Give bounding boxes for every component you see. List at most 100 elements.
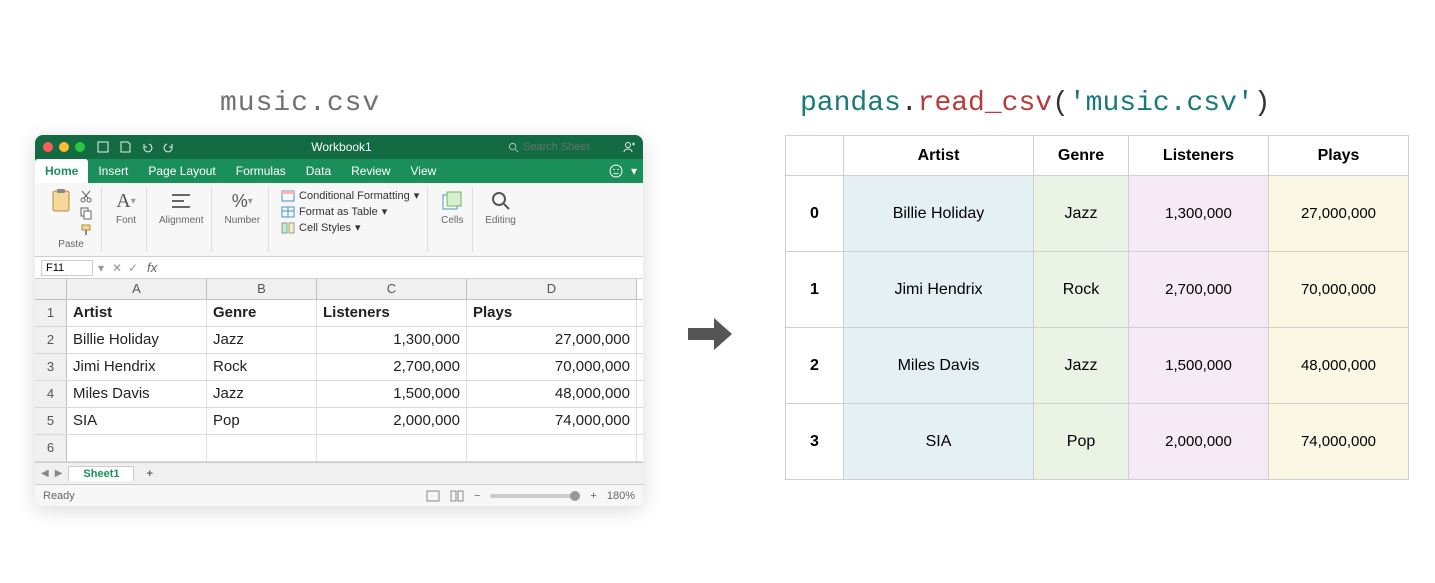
- cell[interactable]: SIA: [67, 408, 207, 434]
- code-paren-close: ): [1254, 88, 1271, 119]
- row-header[interactable]: 3: [35, 354, 67, 380]
- conditional-formatting-button[interactable]: Conditional Formatting ▾: [281, 189, 419, 202]
- cell[interactable]: Jazz: [207, 327, 317, 353]
- cut-icon[interactable]: [79, 189, 93, 203]
- close-icon[interactable]: [43, 142, 53, 152]
- search-input[interactable]: [523, 141, 613, 153]
- df-index-header: [786, 136, 844, 176]
- cell[interactable]: Miles Davis: [67, 381, 207, 407]
- tab-view[interactable]: View: [400, 159, 446, 183]
- titlebar-search[interactable]: [508, 141, 613, 153]
- tab-formulas[interactable]: Formulas: [226, 159, 296, 183]
- cell[interactable]: [317, 435, 467, 461]
- cell[interactable]: 48,000,000: [467, 381, 637, 407]
- cell[interactable]: 1,500,000: [317, 381, 467, 407]
- cell[interactable]: [207, 435, 317, 461]
- df-cell: 1,300,000: [1129, 176, 1269, 252]
- cancel-icon[interactable]: ✕: [109, 261, 125, 275]
- alignment-icon[interactable]: [169, 189, 193, 213]
- format-as-table-button[interactable]: Format as Table ▾: [281, 205, 387, 218]
- workbook-title: Workbook1: [175, 140, 508, 154]
- cell[interactable]: Jazz: [207, 381, 317, 407]
- redo-icon[interactable]: [163, 141, 175, 153]
- zoom-slider[interactable]: [490, 494, 580, 498]
- ribbon-group-font: A▾ Font: [106, 187, 147, 252]
- format-painter-icon[interactable]: [79, 223, 93, 237]
- file-icon[interactable]: [97, 141, 109, 153]
- row-header[interactable]: 6: [35, 435, 67, 461]
- row-header[interactable]: 1: [35, 300, 67, 326]
- enter-icon[interactable]: ✓: [125, 261, 141, 275]
- cell[interactable]: Plays: [467, 300, 637, 326]
- cell[interactable]: Listeners: [317, 300, 467, 326]
- namebox-dropdown-icon[interactable]: ▾: [93, 261, 109, 275]
- view-normal-icon[interactable]: [426, 490, 440, 502]
- cell[interactable]: Genre: [207, 300, 317, 326]
- cells-icon[interactable]: [440, 189, 464, 213]
- cell-styles-button[interactable]: Cell Styles ▾: [281, 221, 361, 234]
- row-header[interactable]: 5: [35, 408, 67, 434]
- save-icon[interactable]: [119, 141, 131, 153]
- cell[interactable]: [467, 435, 637, 461]
- search-icon: [508, 142, 519, 153]
- select-all-corner[interactable]: [35, 279, 67, 299]
- font-icon[interactable]: A▾: [114, 189, 138, 213]
- editing-icon[interactable]: [489, 189, 513, 213]
- col-header-b[interactable]: B: [207, 279, 317, 299]
- cell[interactable]: 70,000,000: [467, 354, 637, 380]
- fx-icon[interactable]: fx: [147, 260, 157, 275]
- number-icon[interactable]: %▾: [230, 189, 254, 213]
- ribbon-group-cells: Cells: [432, 187, 473, 252]
- cell[interactable]: Jimi Hendrix: [67, 354, 207, 380]
- copy-icon[interactable]: [79, 206, 93, 220]
- cell[interactable]: Rock: [207, 354, 317, 380]
- view-pagelayout-icon[interactable]: [450, 490, 464, 502]
- row-header[interactable]: 4: [35, 381, 67, 407]
- cell[interactable]: Billie Holiday: [67, 327, 207, 353]
- name-box[interactable]: [41, 260, 93, 276]
- feedback-icon[interactable]: [609, 164, 623, 178]
- chevron-down-icon[interactable]: ▾: [631, 164, 637, 178]
- cell[interactable]: 74,000,000: [467, 408, 637, 434]
- df-index: 2: [786, 328, 844, 404]
- df-cell: Miles Davis: [844, 328, 1034, 404]
- zoom-out-icon[interactable]: −: [474, 490, 480, 502]
- share-icon[interactable]: [621, 140, 635, 154]
- left-title: music.csv: [220, 88, 380, 119]
- cell[interactable]: 1,300,000: [317, 327, 467, 353]
- cell[interactable]: Pop: [207, 408, 317, 434]
- minimize-icon[interactable]: [59, 142, 69, 152]
- row-header[interactable]: 2: [35, 327, 67, 353]
- cell[interactable]: 2,000,000: [317, 408, 467, 434]
- cell[interactable]: 27,000,000: [467, 327, 637, 353]
- undo-icon[interactable]: [141, 141, 153, 153]
- tab-page-layout[interactable]: Page Layout: [138, 159, 225, 183]
- col-header-c[interactable]: C: [317, 279, 467, 299]
- cell[interactable]: 2,700,000: [317, 354, 467, 380]
- df-row: 2 Miles Davis Jazz 1,500,000 48,000,000: [786, 328, 1409, 404]
- sheet-tab[interactable]: Sheet1: [68, 466, 134, 481]
- cell[interactable]: [67, 435, 207, 461]
- df-col-header: Artist: [844, 136, 1034, 176]
- col-header-a[interactable]: A: [67, 279, 207, 299]
- tab-home[interactable]: Home: [35, 159, 88, 183]
- tab-insert[interactable]: Insert: [88, 159, 138, 183]
- dataframe-table: Artist Genre Listeners Plays 0 Billie Ho…: [785, 135, 1409, 480]
- zoom-in-icon[interactable]: +: [590, 490, 596, 502]
- tab-data[interactable]: Data: [296, 159, 341, 183]
- df-cell: Jimi Hendrix: [844, 252, 1034, 328]
- status-text: Ready: [43, 490, 75, 502]
- cell[interactable]: Artist: [67, 300, 207, 326]
- df-row: 3 SIA Pop 2,000,000 74,000,000: [786, 404, 1409, 480]
- col-header-d[interactable]: D: [467, 279, 637, 299]
- fullscreen-icon[interactable]: [75, 142, 85, 152]
- paste-icon[interactable]: [49, 189, 73, 213]
- tab-review[interactable]: Review: [341, 159, 400, 183]
- sheet-next-icon[interactable]: ▶: [55, 468, 63, 479]
- sheet-prev-icon[interactable]: ◀: [41, 468, 49, 479]
- ribbon-label-alignment: Alignment: [159, 215, 203, 226]
- add-sheet-icon[interactable]: +: [140, 468, 158, 480]
- df-index: 3: [786, 404, 844, 480]
- df-col-header: Genre: [1034, 136, 1129, 176]
- zoom-level[interactable]: 180%: [607, 490, 635, 502]
